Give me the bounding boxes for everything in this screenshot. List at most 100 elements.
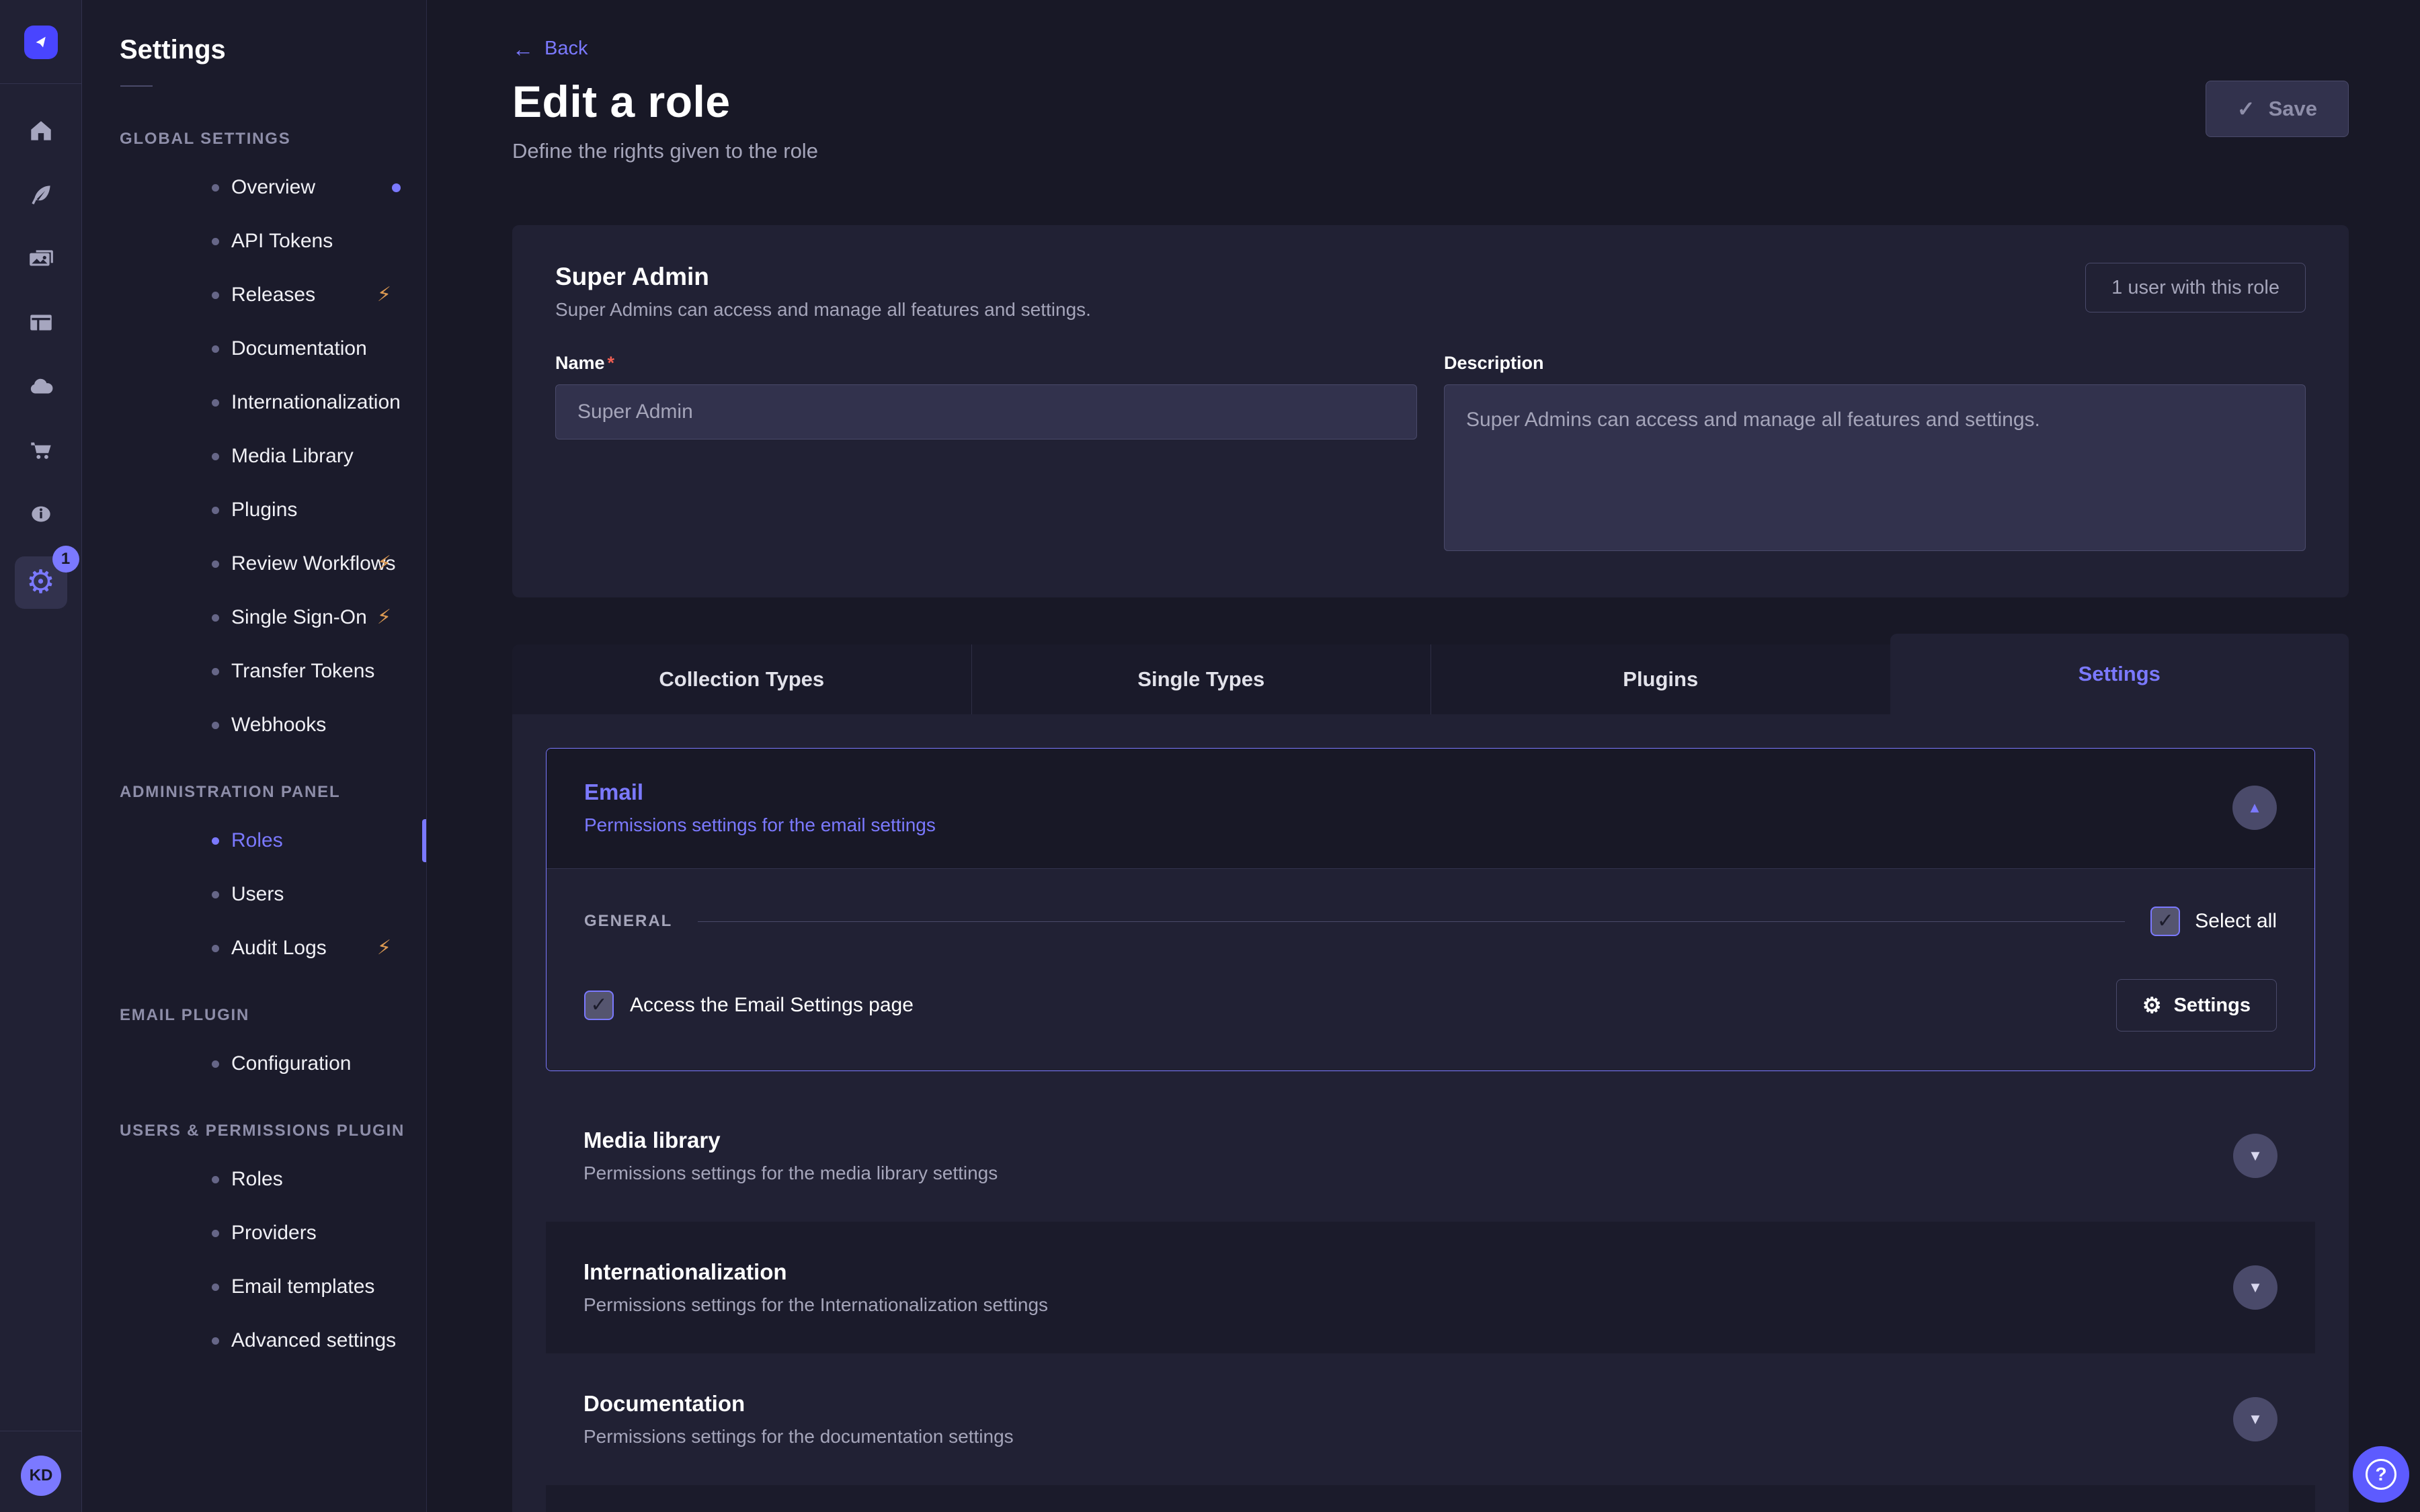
lightning-icon: ⚡	[377, 554, 391, 574]
expand-button[interactable]: ▼	[2233, 1134, 2277, 1178]
icon-rail: ⚙ 1 KD	[0, 0, 82, 1512]
info-icon[interactable]	[0, 482, 82, 546]
email-settings-button[interactable]: ⚙ Settings	[2116, 979, 2277, 1032]
sidebar-item-overview[interactable]: Overview	[82, 161, 426, 214]
bullet-icon	[212, 1337, 219, 1345]
select-all-label: Select all	[2195, 910, 2277, 933]
accordion-plugins-marketplace[interactable]: Plugins and marketplace ▼	[546, 1485, 2315, 1512]
checkmark-icon: ✓	[2157, 911, 2174, 931]
back-label: Back	[544, 38, 588, 60]
home-icon[interactable]	[0, 99, 82, 163]
strapi-logo-icon[interactable]	[24, 26, 58, 59]
sidebar-item-releases[interactable]: Releases ⚡	[82, 268, 426, 322]
sidebar-item-webhooks[interactable]: Webhooks	[82, 698, 426, 752]
sidebar-item-advanced-settings[interactable]: Advanced settings	[82, 1314, 426, 1368]
name-input[interactable]	[555, 384, 1417, 439]
section-label: EMAIL PLUGIN	[82, 1006, 426, 1025]
accordion-subtitle: Permissions settings for the media libra…	[583, 1163, 998, 1184]
settings-badge: 1	[52, 546, 79, 573]
bullet-icon	[212, 1230, 219, 1237]
lightning-icon: ⚡	[377, 285, 391, 305]
media-library-icon[interactable]	[0, 226, 82, 290]
select-all-checkbox[interactable]: ✓	[2150, 907, 2180, 936]
help-button[interactable]: ?	[2353, 1446, 2409, 1503]
sidebar-item-review-workflows[interactable]: Review Workflows ⚡	[82, 537, 426, 591]
chevron-down-icon: ▼	[2248, 1280, 2263, 1295]
sidebar-item-documentation[interactable]: Documentation	[82, 322, 426, 376]
bullet-icon	[212, 238, 219, 245]
bullet-icon	[212, 837, 219, 845]
bullet-icon	[212, 722, 219, 729]
gear-glyph-icon: ⚙	[26, 566, 55, 599]
bullet-icon	[212, 945, 219, 952]
accordion-media-library[interactable]: Media library Permissions settings for t…	[546, 1090, 2315, 1222]
check-icon: ✓	[2237, 96, 2255, 122]
description-textarea[interactable]	[1444, 384, 2306, 551]
permission-checkbox[interactable]: ✓	[584, 991, 614, 1020]
bullet-icon	[212, 1176, 219, 1183]
description-label: Description	[1444, 353, 1544, 373]
sidebar-item-audit-logs[interactable]: Audit Logs ⚡	[82, 921, 426, 975]
settings-gear-icon[interactable]: ⚙ 1	[0, 546, 82, 620]
subnav-title: Settings	[82, 0, 426, 65]
strapi-mark-icon	[31, 32, 51, 52]
sidebar-item-transfer-tokens[interactable]: Transfer Tokens	[82, 644, 426, 698]
sidebar-item-providers[interactable]: Providers	[82, 1206, 426, 1260]
tab-collection-types[interactable]: Collection Types	[512, 644, 971, 714]
save-button[interactable]: ✓ Save	[2206, 81, 2349, 137]
bullet-icon	[212, 399, 219, 407]
expand-button[interactable]: ▼	[2233, 1265, 2277, 1310]
sidebar-item-roles-up[interactable]: Roles	[82, 1152, 426, 1206]
bullet-icon	[212, 560, 219, 568]
accordion-subtitle: Permissions settings for the email setti…	[584, 814, 936, 836]
bullet-icon	[212, 345, 219, 353]
accordion-subtitle: Permissions settings for the Internation…	[583, 1294, 1048, 1316]
sidebar-item-configuration[interactable]: Configuration	[82, 1037, 426, 1091]
accordion-documentation[interactable]: Documentation Permissions settings for t…	[546, 1353, 2315, 1485]
accordion-subtitle: Permissions settings for the documentati…	[583, 1426, 1014, 1447]
accordion-email-body: GENERAL ✓ Select all ✓ Access the Email	[547, 868, 2314, 1070]
name-label: Name*	[555, 353, 614, 373]
permissions-section: Collection Types Single Types Plugins Se…	[512, 634, 2349, 1512]
sidebar-item-media-library[interactable]: Media Library	[82, 429, 426, 483]
bullet-icon	[212, 292, 219, 299]
sidebar-item-users[interactable]: Users	[82, 868, 426, 921]
back-arrow-icon: ←	[512, 38, 534, 60]
users-with-role-button[interactable]: 1 user with this role	[2085, 263, 2306, 312]
tab-settings[interactable]: Settings	[1890, 634, 2349, 714]
section-global-settings: GLOBAL SETTINGS Overview API Tokens Rele…	[82, 130, 426, 752]
description-field-group: Description	[1444, 353, 2306, 554]
cloud-deploy-icon[interactable]	[0, 354, 82, 418]
accordion-email-header[interactable]: Email Permissions settings for the email…	[547, 749, 2314, 868]
role-description: Super Admins can access and manage all f…	[555, 299, 1091, 321]
sidebar-item-roles-admin[interactable]: Roles	[82, 814, 426, 868]
sidebar-item-api-tokens[interactable]: API Tokens	[82, 214, 426, 268]
accordion-title: Media library	[583, 1128, 998, 1153]
collapse-button[interactable]: ▲	[2232, 786, 2277, 830]
sidebar-item-single-sign-on[interactable]: Single Sign-On ⚡	[82, 591, 426, 644]
divider-line	[698, 921, 2125, 922]
section-label: GLOBAL SETTINGS	[82, 130, 426, 149]
lightning-icon: ⚡	[377, 607, 391, 628]
sidebar-item-plugins[interactable]: Plugins	[82, 483, 426, 537]
back-link[interactable]: ← Back	[512, 38, 588, 60]
active-indicator	[422, 819, 426, 862]
content-manager-feather-icon[interactable]	[0, 163, 82, 226]
accordion-email: Email Permissions settings for the email…	[546, 748, 2315, 1071]
gear-icon: ⚙	[2142, 995, 2162, 1016]
marketplace-cart-icon[interactable]	[0, 418, 82, 482]
permission-label: Access the Email Settings page	[630, 994, 914, 1017]
section-label: ADMINISTRATION PANEL	[82, 783, 426, 802]
main-content: ← Back Edit a role Define the rights giv…	[427, 0, 2420, 1512]
sidebar-item-email-templates[interactable]: Email templates	[82, 1260, 426, 1314]
bullet-icon	[212, 614, 219, 622]
accordion-internationalization[interactable]: Internationalization Permissions setting…	[546, 1222, 2315, 1353]
expand-button[interactable]: ▼	[2233, 1397, 2277, 1441]
user-avatar[interactable]: KD	[21, 1456, 61, 1496]
tab-single-types[interactable]: Single Types	[971, 644, 1431, 714]
sidebar-item-internationalization[interactable]: Internationalization	[82, 376, 426, 429]
tab-plugins[interactable]: Plugins	[1430, 644, 1890, 714]
section-users-permissions-plugin: USERS & PERMISSIONS PLUGIN Roles Provide…	[82, 1122, 426, 1368]
content-type-builder-icon[interactable]	[0, 290, 82, 354]
section-label: USERS & PERMISSIONS PLUGIN	[82, 1122, 426, 1140]
